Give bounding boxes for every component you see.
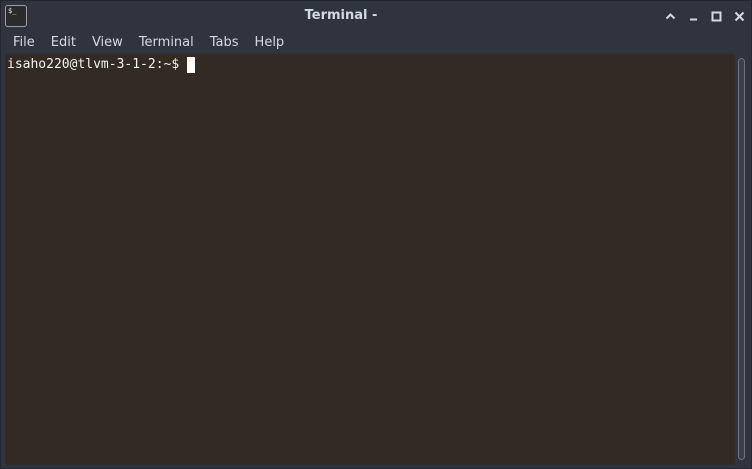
menu-bar: File Edit View Terminal Tabs Help	[1, 31, 751, 54]
terminal-output[interactable]: isaho220@tlvm-3-1-2:~$	[5, 54, 735, 465]
title-bar[interactable]: $_ Terminal -	[1, 1, 751, 31]
prompt-line: isaho220@tlvm-3-1-2:~$	[7, 56, 196, 73]
scrollbar-thumb[interactable]	[738, 58, 745, 460]
close-icon	[734, 11, 745, 21]
shell-prompt: isaho220@tlvm-3-1-2:~$	[7, 57, 180, 72]
shade-button[interactable]	[659, 1, 682, 31]
maximize-icon	[711, 11, 722, 21]
chevron-up-icon	[665, 12, 676, 19]
vertical-scrollbar[interactable]	[735, 54, 749, 465]
window-controls	[659, 1, 751, 31]
minimize-icon	[690, 18, 697, 20]
terminal-window: $_ Terminal - File Edit View Terminal Ta…	[0, 0, 752, 469]
close-button[interactable]	[728, 1, 751, 31]
text-cursor	[187, 56, 196, 73]
minimize-button[interactable]	[682, 1, 705, 31]
maximize-button[interactable]	[705, 1, 728, 31]
window-title: Terminal -	[1, 1, 681, 31]
menu-file[interactable]: File	[1, 31, 43, 54]
menu-edit[interactable]: Edit	[43, 31, 84, 54]
menu-tabs[interactable]: Tabs	[202, 31, 247, 54]
menu-view[interactable]: View	[84, 31, 131, 54]
menu-help[interactable]: Help	[247, 31, 293, 54]
menu-terminal[interactable]: Terminal	[131, 31, 202, 54]
window-title-text: Terminal -	[304, 8, 378, 23]
